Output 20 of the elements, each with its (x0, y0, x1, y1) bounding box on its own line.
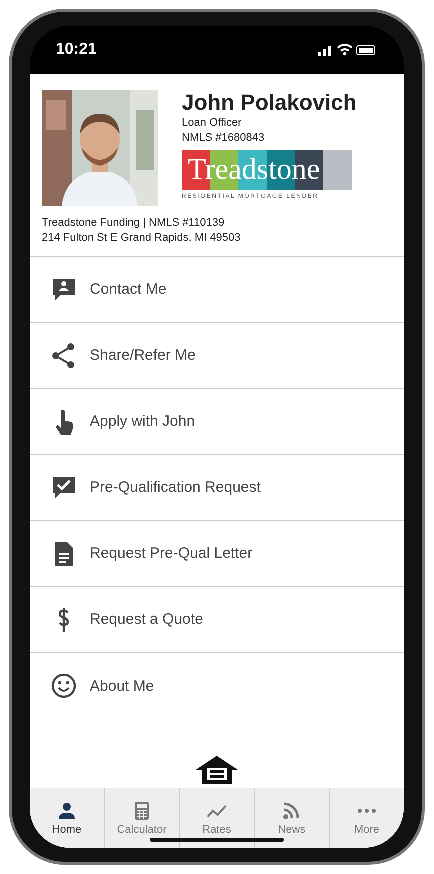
more-icon (358, 808, 376, 812)
nmls-number: NMLS #1680843 (182, 131, 266, 146)
menu-item[interactable]: Request Pre-Qual Letter (30, 521, 404, 587)
menu-item[interactable]: Request a Quote (30, 587, 404, 653)
address-line: 214 Fulton St E Grand Rapids, MI 49503 (42, 231, 242, 246)
menu-item[interactable]: Share/Refer Me (30, 323, 404, 389)
tab[interactable]: Home (30, 788, 104, 848)
loan-officer-name: John Polakovich (182, 90, 357, 116)
equal-housing-icon (194, 754, 240, 786)
menu-item[interactable]: Contact Me (30, 257, 404, 323)
status-time: 10:21 (56, 41, 97, 59)
menu-item[interactable]: Pre-Qualification Request (30, 455, 404, 521)
company-line: Treadstone Funding | NMLS #110139 (42, 216, 226, 231)
smiley-icon (50, 672, 78, 700)
tab[interactable]: More (329, 788, 404, 848)
person-icon (56, 800, 78, 820)
menu-item[interactable]: About Me (30, 653, 404, 719)
menu-item[interactable]: Apply with John (30, 389, 404, 455)
status-icons (318, 43, 378, 57)
job-title: Loan Officer (182, 116, 243, 131)
